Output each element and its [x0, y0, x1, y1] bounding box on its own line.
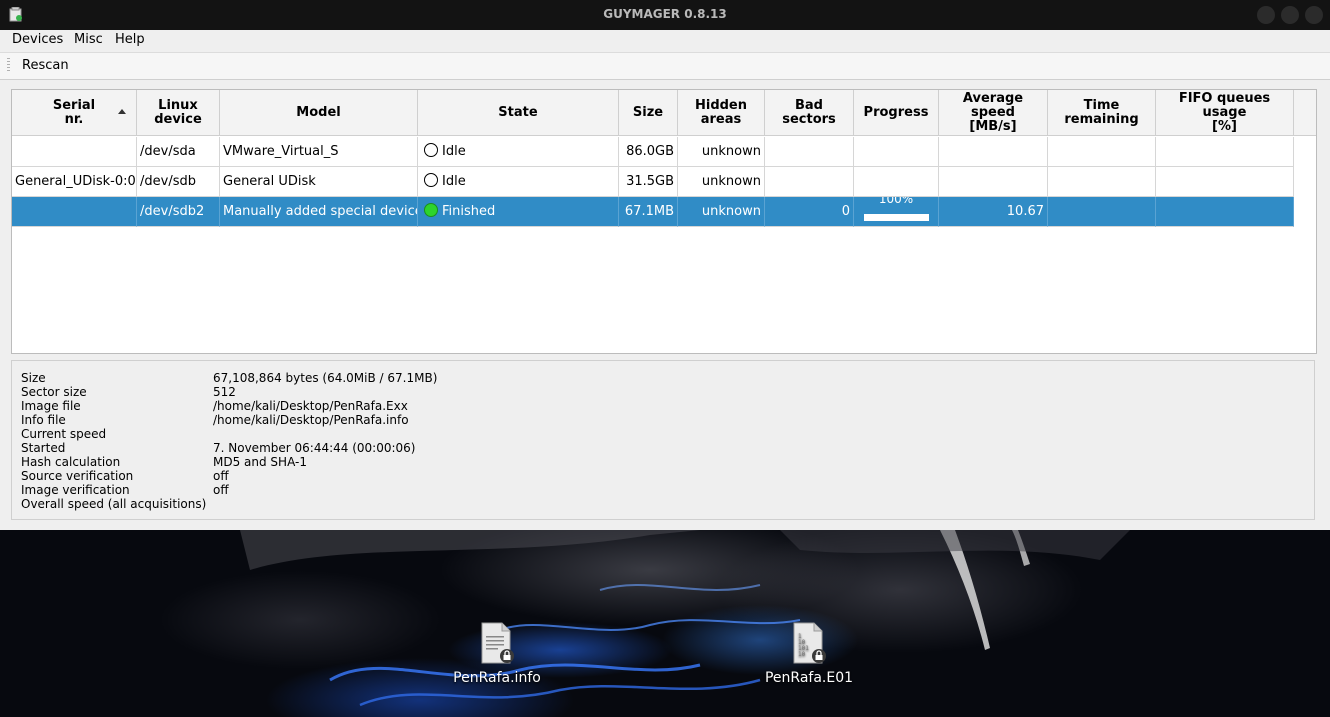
cell-linux-device: /dev/sdb2	[137, 197, 220, 227]
detail-label: Current speed	[21, 427, 107, 441]
menu-misc[interactable]: Misc	[74, 32, 103, 47]
toolbar-grip-handle[interactable]	[7, 58, 10, 72]
desktop-icon-e01-file[interactable]: 1 10 101 10 PenRafa.E01	[754, 622, 864, 686]
maximize-button[interactable]	[1281, 6, 1299, 24]
header-bad-sectors[interactable]: Bad sectors	[765, 90, 854, 136]
cell-state: Finished	[418, 197, 619, 227]
wallpaper-art	[240, 530, 1130, 707]
desktop-icon-label: PenRafa.info	[453, 670, 541, 686]
cell-size: 67.1MB	[619, 197, 678, 227]
cell-hidden-areas: unknown	[678, 167, 765, 197]
state-finished-icon	[424, 203, 438, 217]
header-model[interactable]: Model	[220, 90, 418, 136]
close-button[interactable]	[1305, 6, 1323, 24]
state-idle-icon	[424, 143, 438, 157]
detail-value: 512	[213, 385, 236, 399]
desktop-icon-info-file[interactable]: PenRafa.info	[442, 622, 552, 686]
menu-help[interactable]: Help	[115, 32, 145, 47]
state-idle-icon	[424, 173, 438, 187]
cell-size: 31.5GB	[619, 167, 678, 197]
cell-hidden-areas: unknown	[678, 197, 765, 227]
header-time-remaining[interactable]: Time remaining	[1048, 90, 1156, 136]
cell-serial	[12, 137, 137, 167]
cell-serial: General_UDisk-0:0	[12, 167, 137, 197]
header-progress[interactable]: Progress	[854, 90, 939, 136]
minimize-button[interactable]	[1257, 6, 1275, 24]
toolbar: Rescan	[0, 52, 1330, 80]
detail-label: Info file	[21, 413, 66, 427]
title-bar[interactable]: GUYMAGER 0.8.13	[0, 0, 1330, 30]
cell-hidden-areas: unknown	[678, 137, 765, 167]
header-filler	[1294, 90, 1316, 136]
detail-label: Hash calculation	[21, 455, 121, 469]
svg-text:10: 10	[798, 651, 806, 658]
cell-bad-sectors	[765, 137, 854, 167]
cell-fifo-usage	[1156, 137, 1294, 167]
device-details-panel: Size 67,108,864 bytes (64.0MiB / 67.1MB)…	[11, 360, 1315, 520]
window-title: GUYMAGER 0.8.13	[603, 7, 727, 21]
detail-label: Size	[21, 371, 46, 385]
menu-devices[interactable]: Devices	[12, 32, 63, 47]
text-document-icon	[480, 622, 514, 664]
header-size[interactable]: Size	[619, 90, 678, 136]
cell-size: 86.0GB	[619, 137, 678, 167]
device-table: Serial nr. Linux device Model State Size…	[11, 89, 1317, 354]
cell-linux-device: /dev/sda	[137, 137, 220, 167]
cell-linux-device: /dev/sdb	[137, 167, 220, 197]
cell-bad-sectors	[765, 167, 854, 197]
cell-model: VMware_Virtual_S	[220, 137, 418, 167]
cell-serial	[12, 197, 137, 227]
progress-label: 100%	[878, 197, 914, 206]
header-state[interactable]: State	[418, 90, 619, 136]
cell-state: Idle	[418, 167, 619, 197]
cell-bad-sectors: 0	[765, 197, 854, 227]
cell-fifo-usage	[1156, 167, 1294, 197]
header-average-speed[interactable]: Average speed [MB/s]	[939, 90, 1048, 136]
detail-value: /home/kali/Desktop/PenRafa.Exx	[213, 399, 408, 413]
desktop-background: PenRafa.info 1 10 101 10 PenRafa.E01	[0, 530, 1330, 717]
detail-value: off	[213, 469, 229, 483]
binary-document-icon: 1 10 101 10	[792, 622, 826, 664]
cell-time-remaining	[1048, 167, 1156, 197]
table-row-selected[interactable]: /dev/sdb2 Manually added special device …	[12, 197, 1294, 227]
cell-model: General UDisk	[220, 167, 418, 197]
guymager-window: GUYMAGER 0.8.13 Devices Misc Help Rescan…	[0, 0, 1330, 530]
cell-average-speed: 10.67	[939, 197, 1048, 227]
table-row[interactable]: General_UDisk-0:0 /dev/sdb General UDisk…	[12, 167, 1294, 197]
cell-time-remaining	[1048, 197, 1156, 227]
detail-label: Image verification	[21, 483, 130, 497]
detail-value: MD5 and SHA-1	[213, 455, 307, 469]
header-linux-device[interactable]: Linux device	[137, 90, 220, 136]
progress-bar	[864, 214, 929, 221]
detail-value: off	[213, 483, 229, 497]
detail-label: Sector size	[21, 385, 87, 399]
header-fifo-usage[interactable]: FIFO queues usage [%]	[1156, 90, 1294, 136]
cell-progress	[854, 137, 939, 167]
cell-time-remaining	[1048, 137, 1156, 167]
state-label: Idle	[442, 144, 466, 159]
rescan-button[interactable]: Rescan	[22, 58, 69, 73]
cell-model: Manually added special device	[220, 197, 418, 227]
detail-label: Image file	[21, 399, 81, 413]
detail-value: 67,108,864 bytes (64.0MiB / 67.1MB)	[213, 371, 438, 385]
cell-progress: 100%	[854, 197, 939, 227]
detail-value: /home/kali/Desktop/PenRafa.info	[213, 413, 409, 427]
cell-average-speed	[939, 167, 1048, 197]
table-row[interactable]: /dev/sda VMware_Virtual_S Idle 86.0GB un…	[12, 137, 1294, 167]
header-hidden-areas[interactable]: Hidden areas	[678, 90, 765, 136]
cell-average-speed	[939, 137, 1048, 167]
detail-label: Source verification	[21, 469, 134, 483]
menu-bar: Devices Misc Help	[0, 30, 1330, 50]
desktop-icon-label: PenRafa.E01	[764, 670, 854, 686]
detail-value: 7. November 06:44:44 (00:00:06)	[213, 441, 416, 455]
cell-progress	[854, 167, 939, 197]
cell-fifo-usage	[1156, 197, 1294, 227]
header-serial[interactable]: Serial nr.	[12, 90, 137, 136]
cell-state: Idle	[418, 137, 619, 167]
sort-ascending-icon	[118, 109, 126, 114]
detail-label: Overall speed (all acquisitions)	[21, 497, 207, 511]
state-label: Finished	[442, 204, 496, 219]
detail-label: Started	[21, 441, 66, 455]
state-label: Idle	[442, 174, 466, 189]
